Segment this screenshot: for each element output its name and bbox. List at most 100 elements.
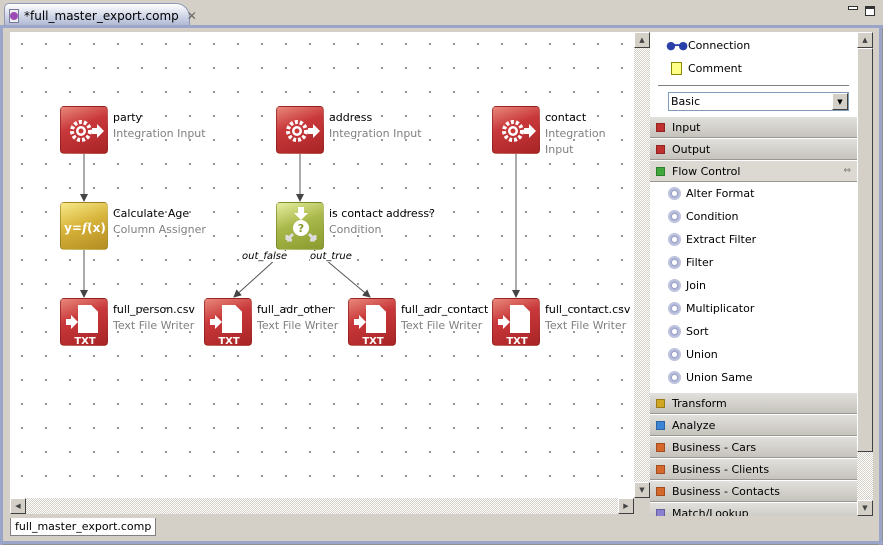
page-tab-label: full_master_export.comp (15, 520, 152, 533)
drawer-label: Output (672, 142, 711, 156)
drawer-color-icon (656, 122, 665, 132)
drawer-color-icon (656, 464, 665, 474)
connection-label: out_false (242, 251, 288, 262)
drawer-label: Match/Lookup (672, 506, 749, 517)
gear-icon (668, 302, 681, 315)
integration-input-icon[interactable] (276, 106, 324, 154)
node-name: full_person.csv (113, 303, 195, 316)
text-file-writer-icon[interactable]: TXT (492, 298, 540, 347)
text-file-writer-icon[interactable]: TXT (60, 298, 108, 347)
scroll-up-button[interactable]: ▲ (857, 32, 873, 48)
scroll-down-button[interactable]: ▼ (857, 500, 873, 516)
node-calc-age[interactable]: y=f(x) Calculate Age Column Assigner (60, 202, 206, 250)
palette-entry-label: Join (686, 279, 707, 292)
palette-tool-label: Comment (688, 62, 742, 75)
canvas-vertical-scrollbar[interactable]: ▲ ▼ (634, 32, 650, 498)
integration-input-icon[interactable] (492, 106, 540, 154)
node-full-person[interactable]: TXT full_person.csv Text File Writer (60, 298, 195, 347)
text-file-writer-icon[interactable]: TXT (204, 298, 252, 347)
svg-text:TXT: TXT (74, 336, 96, 347)
palette-filter-select[interactable]: Basic ▼ (668, 92, 849, 111)
palette-drawer-analyze[interactable]: Analyze (650, 414, 857, 436)
drawer-color-icon (656, 486, 665, 496)
scrollbar-thumb[interactable] (857, 48, 873, 452)
pin-icon[interactable]: ⇔ (843, 166, 851, 176)
function-icon[interactable]: y=f(x) (60, 202, 108, 250)
node-name: contact (545, 111, 587, 124)
page-tab-component[interactable]: full_master_export.comp (10, 518, 157, 536)
svg-text:?: ? (298, 222, 304, 235)
node-type: Integration Input (329, 127, 422, 140)
drawer-label: Business - Contacts (672, 484, 780, 498)
node-full-adr-contact[interactable]: TXT full_adr_contact Text File Writer (348, 298, 489, 347)
node-type: Text File Writer (257, 319, 339, 332)
node-name: full_contact.csv (545, 303, 631, 316)
svg-text:TXT: TXT (362, 336, 384, 347)
node-cond[interactable]: ? is contact address? Condition (276, 202, 435, 250)
editor-tab-bar: *full_master_export.comp ✕ (0, 0, 883, 27)
chevron-down-icon[interactable]: ▼ (832, 93, 848, 110)
palette: ●━● Connection Comment Basic ▼ Input Out… (650, 32, 857, 516)
palette-drawer-transform[interactable]: Transform (650, 392, 857, 414)
palette-entry[interactable]: Multiplicator (650, 297, 857, 320)
text-file-writer-icon[interactable]: TXT (348, 298, 396, 347)
node-name: full_adr_contact (401, 303, 489, 316)
palette-entry-label: Union (686, 348, 718, 361)
drawer-color-icon (656, 508, 665, 516)
palette-entry[interactable]: Join (650, 274, 857, 297)
scroll-up-button[interactable]: ▲ (634, 32, 650, 48)
gear-icon (668, 210, 681, 223)
node-full-contact[interactable]: TXT full_contact.csv Text File Writer (492, 298, 630, 347)
palette-drawer-match-lookup[interactable]: Match/Lookup (650, 502, 857, 516)
drawer-label: Input (672, 120, 701, 134)
node-contact[interactable]: contact Integration Input (492, 106, 634, 158)
editor-tab[interactable]: *full_master_export.comp ✕ (4, 3, 197, 27)
palette-entry-label: Extract Filter (686, 233, 757, 246)
scroll-right-button[interactable]: ▶ (618, 498, 634, 514)
palette-vertical-scrollbar[interactable]: ▲ ▼ (857, 32, 873, 516)
palette-entry[interactable]: Extract Filter (650, 228, 857, 251)
palette-drawer-business-contacts[interactable]: Business - Contacts (650, 480, 857, 502)
palette-drawer-output[interactable]: Output (650, 138, 857, 160)
close-icon[interactable]: ✕ (187, 9, 197, 23)
palette-tool-connection[interactable]: ●━● Connection (650, 34, 857, 57)
comment-icon (668, 62, 684, 75)
palette-entry-label: Filter (686, 256, 714, 269)
connection-icon: ●━● (666, 39, 688, 52)
drawer-label: Transform (672, 396, 727, 410)
palette-entry[interactable]: Sort (650, 320, 857, 343)
connection-label: out_true (310, 251, 352, 262)
scroll-left-button[interactable]: ◀ (10, 498, 26, 514)
palette-entry[interactable]: Union Same (650, 366, 857, 389)
node-labels: full_contact.csv Text File Writer (545, 302, 630, 334)
palette-drawer-input[interactable]: Input (650, 116, 857, 138)
integration-input-icon[interactable] (60, 106, 108, 154)
drawer-color-icon (656, 144, 665, 154)
node-labels: contact Integration Input (545, 110, 634, 158)
minimize-icon[interactable] (848, 6, 858, 10)
node-type: Integration Input (545, 127, 606, 156)
node-type: Column Assigner (113, 223, 206, 236)
node-address[interactable]: address Integration Input (276, 106, 422, 154)
palette-entry[interactable]: Filter (650, 251, 857, 274)
editor-border-left (0, 25, 3, 545)
drawer-label: Analyze (672, 418, 716, 432)
scroll-down-button[interactable]: ▼ (634, 482, 650, 498)
palette-entry[interactable]: Union (650, 343, 857, 366)
condition-icon[interactable]: ? (276, 202, 324, 250)
canvas-horizontal-scrollbar[interactable]: ◀ ▶ (10, 498, 634, 514)
node-labels: full_adr_other Text File Writer (257, 302, 338, 334)
gear-icon (668, 256, 681, 269)
palette-entry[interactable]: Condition (650, 205, 857, 228)
palette-tool-comment[interactable]: Comment (650, 57, 857, 80)
palette-entry[interactable]: Alter Format (650, 182, 857, 205)
node-full-adr-other[interactable]: TXT full_adr_other Text File Writer (204, 298, 338, 347)
drawer-label: Business - Clients (672, 462, 770, 476)
maximize-icon[interactable] (865, 6, 875, 16)
node-party[interactable]: party Integration Input (60, 106, 206, 154)
svg-text:y=f(x): y=f(x) (64, 221, 106, 235)
palette-drawer-business-clients[interactable]: Business - Clients (650, 458, 857, 480)
diagram-canvas[interactable]: party Integration Input address Integrat… (10, 32, 634, 498)
palette-drawer-flow-control[interactable]: Flow Control ⇔ (650, 160, 857, 182)
palette-drawer-business-cars[interactable]: Business - Cars (650, 436, 857, 458)
